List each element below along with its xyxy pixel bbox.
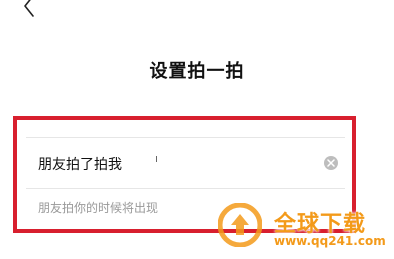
watermark: 全球下载 www.qq241.com — [218, 203, 394, 259]
watermark-url: www.qq241.com — [274, 234, 386, 248]
back-button[interactable] — [16, 0, 44, 20]
page-title: 设置拍一拍 — [149, 61, 245, 82]
chevron-left-icon — [24, 0, 34, 17]
watermark-logo-icon — [218, 203, 262, 247]
